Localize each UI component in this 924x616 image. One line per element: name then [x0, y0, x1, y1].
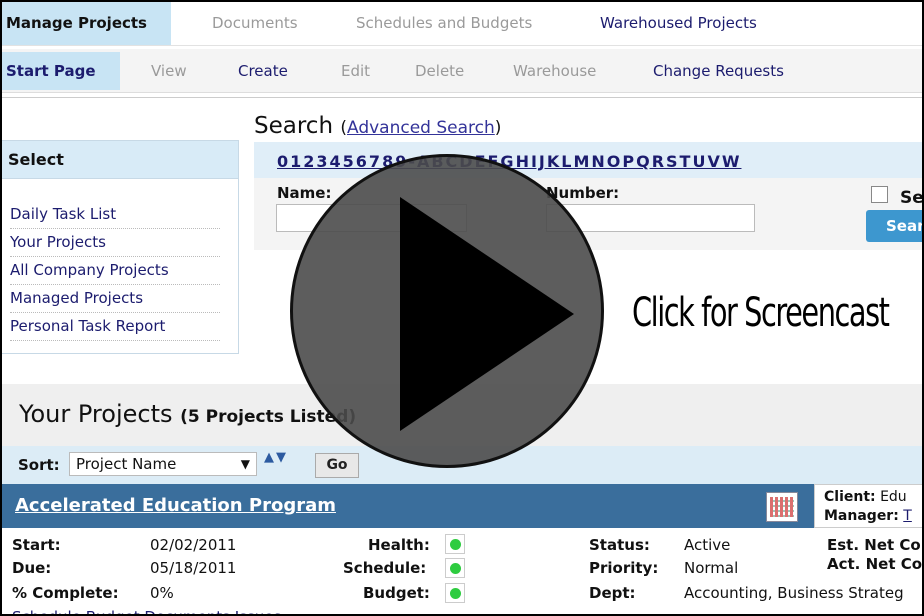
- search-checkbox-label: Se: [900, 188, 924, 208]
- client-value: Edu: [880, 489, 907, 505]
- search-title: Search: [254, 113, 334, 139]
- select-link-your-projects[interactable]: Your Projects: [10, 229, 220, 257]
- name-label: Name:: [277, 184, 332, 202]
- screencast-caption[interactable]: Click for Screencast: [632, 290, 890, 336]
- budget-status-icon: [445, 583, 465, 603]
- subtab-create[interactable]: Create: [238, 53, 288, 89]
- sort-label: Sort:: [18, 456, 60, 474]
- sub-nav: Start Page View Create Edit Delete Wareh…: [2, 49, 922, 93]
- select-panel: Select Daily Task List Your Projects All…: [2, 140, 239, 354]
- start-label: Start:: [12, 536, 61, 554]
- client-label: Client:: [824, 489, 876, 505]
- screenshot-frame: Manage Projects Documents Schedules and …: [0, 0, 924, 616]
- priority-value: Normal: [684, 559, 739, 577]
- status-label: Status:: [589, 536, 650, 554]
- dept-label: Dept:: [589, 584, 636, 602]
- due-value: 05/18/2011: [150, 559, 237, 577]
- subtab-delete[interactable]: Delete: [415, 53, 464, 89]
- status-value: Active: [684, 536, 731, 554]
- go-button[interactable]: Go: [315, 453, 359, 478]
- tab-schedules-and-budgets[interactable]: Schedules and Budgets: [356, 2, 532, 45]
- manager-label: Manager:: [824, 508, 899, 524]
- search-checkbox[interactable]: [871, 186, 888, 203]
- priority-label: Priority:: [589, 559, 659, 577]
- sort-select[interactable]: Project Name ▼: [69, 452, 257, 476]
- select-link-personal-task-report[interactable]: Personal Task Report: [10, 313, 220, 341]
- project-links-row[interactable]: Schedule Budget Documents Issues: [12, 608, 281, 614]
- project-details: Start: 02/02/2011 Due: 05/18/2011 % Comp…: [2, 528, 923, 614]
- complete-label: % Complete:: [12, 584, 119, 602]
- search-button[interactable]: Sear: [866, 210, 922, 242]
- subtab-start-page[interactable]: Start Page: [2, 52, 120, 90]
- select-link-managed-projects[interactable]: Managed Projects: [10, 285, 220, 313]
- budget-label: Budget:: [363, 584, 430, 602]
- divider: [2, 97, 922, 98]
- your-projects-heading: Your Projects (5 Projects Listed): [19, 400, 356, 428]
- complete-value: 0%: [150, 584, 174, 602]
- act-net-cost-label: Act. Net Co: [827, 555, 923, 573]
- health-status-icon: [445, 534, 465, 554]
- subtab-edit[interactable]: Edit: [341, 53, 370, 89]
- play-icon[interactable]: [400, 197, 574, 431]
- select-link-daily-task-list[interactable]: Daily Task List: [10, 201, 220, 229]
- tab-documents[interactable]: Documents: [212, 2, 298, 45]
- schedule-status-icon: [445, 558, 465, 578]
- select-panel-title: Select: [2, 141, 238, 179]
- alpha-index-bar: 0123456789-ABCDEFGHIJKLMNOPQRSTUVW: [254, 142, 922, 178]
- sort-direction-icon[interactable]: ▲▼: [264, 450, 288, 465]
- start-value: 02/02/2011: [150, 536, 237, 554]
- search-heading: Search (Advanced Search): [254, 113, 501, 139]
- subtab-warehouse[interactable]: Warehouse: [513, 53, 596, 89]
- top-nav: Manage Projects Documents Schedules and …: [2, 2, 922, 46]
- your-projects-title: Your Projects: [19, 400, 173, 428]
- tab-warehoused-projects[interactable]: Warehoused Projects: [600, 2, 757, 45]
- paren-close: ): [494, 118, 502, 138]
- due-label: Due:: [12, 559, 52, 577]
- est-net-cost-label: Est. Net Co: [827, 536, 921, 554]
- dept-value: Accounting, Business Strateg: [684, 584, 904, 602]
- paren-open: (: [340, 118, 347, 138]
- client-box: Client: Edu Manager: T: [814, 484, 922, 528]
- project-header: Accelerated Education Program: [2, 484, 922, 528]
- chevron-down-icon: ▼: [240, 457, 250, 471]
- subtab-view[interactable]: View: [151, 53, 187, 89]
- sort-select-value: Project Name: [76, 455, 177, 473]
- select-panel-list: Daily Task List Your Projects All Compan…: [2, 179, 238, 341]
- calendar-icon[interactable]: [766, 492, 798, 522]
- health-label: Health:: [368, 536, 430, 554]
- select-link-all-company-projects[interactable]: All Company Projects: [10, 257, 220, 285]
- subtab-change-requests[interactable]: Change Requests: [653, 53, 784, 89]
- manager-link[interactable]: T: [903, 508, 912, 524]
- schedule-label: Schedule:: [343, 559, 427, 577]
- project-name-link[interactable]: Accelerated Education Program: [15, 495, 336, 516]
- advanced-search-link[interactable]: Advanced Search: [347, 118, 495, 138]
- tab-manage-projects[interactable]: Manage Projects: [2, 2, 171, 45]
